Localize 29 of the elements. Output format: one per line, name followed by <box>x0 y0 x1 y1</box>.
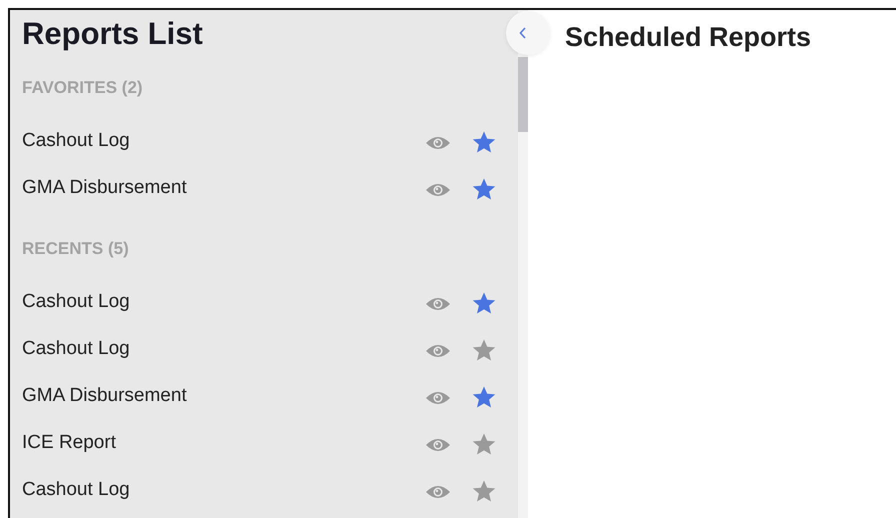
star-icon[interactable] <box>472 292 496 315</box>
eye-icon[interactable] <box>425 296 451 312</box>
sidebar-title: Reports List <box>22 15 204 53</box>
page-title: Scheduled Reports <box>565 22 812 53</box>
section-heading: FAVORITES (2) <box>22 78 144 98</box>
eye-icon[interactable] <box>425 484 451 500</box>
star-icon[interactable] <box>472 178 496 201</box>
star-icon[interactable] <box>472 480 496 503</box>
eye-icon[interactable] <box>425 390 451 406</box>
eye-icon[interactable] <box>425 182 451 198</box>
star-icon[interactable] <box>472 386 496 409</box>
report-link[interactable]: GMA Disbursement <box>22 176 425 198</box>
star-icon[interactable] <box>472 131 496 154</box>
eye-icon[interactable] <box>425 342 451 358</box>
star-icon[interactable] <box>472 339 496 362</box>
report-link[interactable]: Cashout Log <box>22 338 425 360</box>
report-link[interactable]: Cashout Log <box>22 290 425 312</box>
scrollbar-track[interactable] <box>518 10 528 518</box>
report-link[interactable]: Cashout Log <box>22 478 425 500</box>
eye-icon[interactable] <box>425 436 451 452</box>
report-link[interactable]: ICE Report <box>22 432 425 454</box>
eye-icon[interactable] <box>425 134 451 150</box>
report-link[interactable]: GMA Disbursement <box>22 384 425 406</box>
star-icon[interactable] <box>472 433 496 456</box>
report-link[interactable]: Cashout Log <box>22 130 425 152</box>
collapse-button[interactable] <box>506 11 550 55</box>
section-heading: RECENTS (5) <box>22 239 130 259</box>
scrollbar-thumb[interactable] <box>518 57 528 132</box>
chevron-left-icon <box>519 27 527 39</box>
